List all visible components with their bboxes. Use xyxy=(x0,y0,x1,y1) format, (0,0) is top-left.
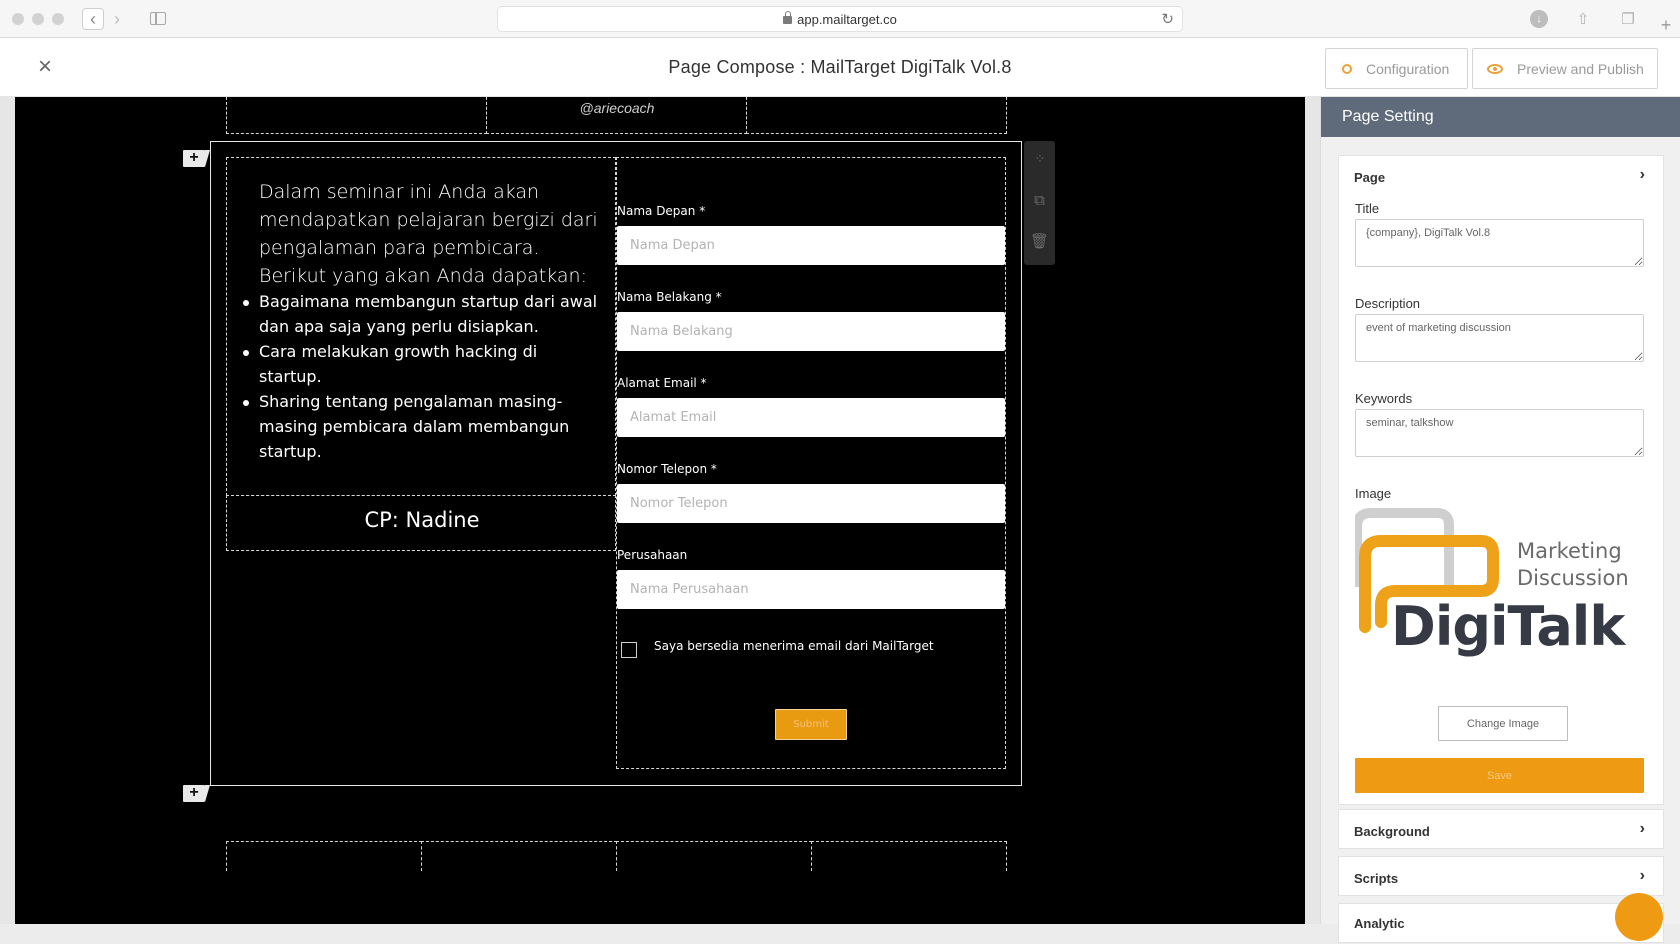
page-section-header[interactable]: Page › xyxy=(1339,156,1663,196)
tabs-icon[interactable]: ❐ xyxy=(1619,10,1637,28)
chevron-right-icon: › xyxy=(1639,867,1645,884)
download-icon[interactable]: ↓ xyxy=(1530,10,1548,28)
digitalk-logo: Marketing Discussion DigiTalk xyxy=(1352,507,1644,687)
address-bar[interactable]: app.mailtarget.co ↻ xyxy=(497,6,1183,32)
email-input[interactable] xyxy=(617,398,1005,437)
keywords-label: Keywords xyxy=(1355,391,1413,406)
benefit-list: Bagaimana membangun startup dari awal da… xyxy=(243,289,604,464)
registration-form: Nama Depan * Nama Belakang * Alamat Emai… xyxy=(616,157,1006,769)
list-item: Cara melakukan growth hacking di startup… xyxy=(243,339,604,389)
logo-line-2: Discussion xyxy=(1517,566,1629,590)
sidebar-toggle-icon[interactable] xyxy=(150,12,166,25)
new-tab-icon[interactable]: + xyxy=(1657,15,1675,35)
lock-icon xyxy=(783,11,793,24)
speaker-cell[interactable] xyxy=(746,97,1007,134)
add-block-button[interactable]: + xyxy=(183,785,210,802)
column-cell[interactable] xyxy=(421,841,617,871)
change-image-button[interactable]: Change Image xyxy=(1438,706,1568,741)
list-item: Sharing tentang pengalaman masing-masing… xyxy=(243,389,604,464)
gear-icon xyxy=(1340,61,1354,76)
forward-icon[interactable]: › xyxy=(106,8,128,30)
description-label: Description xyxy=(1355,296,1421,311)
browser-toolbar: ‹ › app.mailtarget.co ↻ ↓ ⇧ ❐ + xyxy=(0,0,1680,38)
block-toolbar: ⁘ ⧉ 🗑 xyxy=(1024,141,1055,265)
analytic-section-header[interactable]: Analytic xyxy=(1339,904,1663,944)
scripts-section-header[interactable]: Scripts › xyxy=(1339,857,1663,897)
help-fab-button[interactable] xyxy=(1615,893,1663,941)
eye-icon xyxy=(1487,63,1503,74)
title-label: Title xyxy=(1355,201,1380,216)
back-icon[interactable]: ‹ xyxy=(82,8,104,30)
first-name-input[interactable] xyxy=(617,226,1005,265)
speaker-handle: @ariecoach xyxy=(579,100,655,116)
email-label: Alamat Email * xyxy=(617,376,707,390)
description-textarea[interactable]: event of marketing discussion xyxy=(1355,314,1644,362)
text-block[interactable]: Dalam seminar ini Anda akan mendapatkan … xyxy=(226,157,616,496)
keywords-textarea[interactable]: seminar, talkshow xyxy=(1355,409,1644,457)
add-block-button[interactable]: + xyxy=(183,150,210,167)
url-text: app.mailtarget.co xyxy=(797,11,897,27)
title-textarea[interactable]: {company}, DigiTalk Vol.8 xyxy=(1355,219,1644,267)
contact-text: CP: Nadine xyxy=(364,508,480,532)
reload-icon[interactable]: ↻ xyxy=(1161,10,1174,28)
configuration-button[interactable]: Configuration xyxy=(1325,48,1468,89)
scripts-section-label: Scripts xyxy=(1354,871,1399,886)
logo-brand: DigiTalk xyxy=(1391,595,1625,658)
background-section[interactable]: Background › xyxy=(1338,809,1664,849)
window-zoom-dot[interactable] xyxy=(52,13,64,25)
image-label: Image xyxy=(1355,486,1392,501)
preview-publish-button[interactable]: Preview and Publish xyxy=(1472,48,1658,89)
chevron-right-icon: › xyxy=(1639,166,1645,183)
logo-line-1: Marketing xyxy=(1517,539,1622,563)
last-name-label: Nama Belakang * xyxy=(617,290,722,304)
app-header: × Page Compose : MailTarget DigiTalk Vol… xyxy=(0,38,1680,97)
window-close-dot[interactable] xyxy=(12,13,24,25)
share-icon[interactable]: ⇧ xyxy=(1574,10,1592,28)
seminar-description: Dalam seminar ini Anda akan mendapatkan … xyxy=(259,181,598,287)
chevron-right-icon: › xyxy=(1639,820,1645,837)
drag-handle-icon[interactable]: ⁘ xyxy=(1024,151,1055,167)
last-name-input[interactable] xyxy=(617,312,1005,351)
company-input[interactable] xyxy=(617,570,1005,609)
column-cell[interactable] xyxy=(226,841,422,871)
window-minimize-dot[interactable] xyxy=(32,13,44,25)
consent-label: Saya bersedia menerima email dari MailTa… xyxy=(654,639,934,653)
page-setting-panel: Page Setting Page › Title {company}, Dig… xyxy=(1320,97,1680,943)
page-canvas: @ariecoach + Dalam seminar ini Anda akan… xyxy=(15,97,1305,924)
scripts-section[interactable]: Scripts › xyxy=(1338,856,1664,896)
preview-label: Preview and Publish xyxy=(1517,60,1644,77)
submit-button[interactable]: Submit xyxy=(775,709,847,740)
company-label: Perusahaan xyxy=(617,548,688,562)
panel-title: Page Setting xyxy=(1321,97,1680,137)
canvas-area: @ariecoach + Dalam seminar ini Anda akan… xyxy=(0,97,1320,924)
configuration-label: Configuration xyxy=(1366,60,1450,77)
duplicate-icon[interactable]: ⧉ xyxy=(1024,192,1055,209)
page-section-label: Page xyxy=(1354,170,1386,185)
speaker-cell[interactable] xyxy=(226,97,487,134)
column-cell[interactable] xyxy=(616,841,812,871)
contact-block[interactable]: CP: Nadine xyxy=(226,495,616,551)
column-cell[interactable] xyxy=(811,841,1007,871)
save-button[interactable]: Save xyxy=(1355,758,1644,793)
background-section-header[interactable]: Background › xyxy=(1339,810,1663,850)
trash-icon[interactable]: 🗑 xyxy=(1024,232,1055,250)
first-name-label: Nama Depan * xyxy=(617,204,706,218)
consent-checkbox[interactable] xyxy=(621,642,637,658)
phone-label: Nomor Telepon * xyxy=(617,462,717,476)
list-item: Bagaimana membangun startup dari awal da… xyxy=(243,289,604,339)
phone-input[interactable] xyxy=(617,484,1005,523)
background-section-label: Background xyxy=(1354,824,1430,839)
